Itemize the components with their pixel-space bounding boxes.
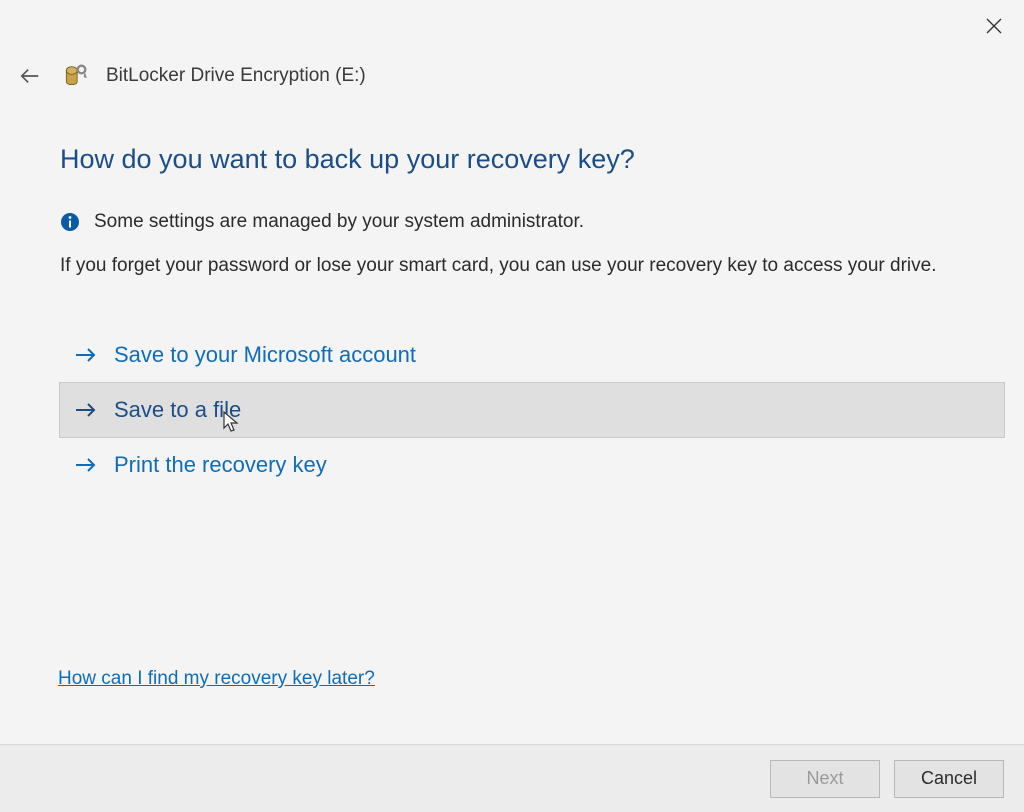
description-text: If you forget your password or lose your… bbox=[60, 253, 1004, 280]
arrow-right-icon bbox=[74, 345, 98, 365]
option-print-recovery-key[interactable]: Print the recovery key bbox=[60, 438, 1004, 492]
back-button[interactable] bbox=[16, 62, 44, 90]
option-label: Print the recovery key bbox=[114, 452, 327, 478]
cancel-button[interactable]: Cancel bbox=[894, 760, 1004, 798]
page-heading: How do you want to back up your recovery… bbox=[60, 144, 1004, 175]
next-button[interactable]: Next bbox=[770, 760, 880, 798]
bitlocker-wizard-window: BitLocker Drive Encryption (E:) How do y… bbox=[0, 0, 1024, 812]
option-label: Save to your Microsoft account bbox=[114, 342, 416, 368]
wizard-title: BitLocker Drive Encryption (E:) bbox=[106, 65, 366, 87]
bitlocker-icon bbox=[62, 63, 88, 89]
wizard-header: BitLocker Drive Encryption (E:) bbox=[0, 0, 1024, 90]
help-link-find-recovery-key[interactable]: How can I find my recovery key later? bbox=[58, 668, 375, 690]
content-area: How do you want to back up your recovery… bbox=[0, 90, 1024, 492]
option-save-to-file[interactable]: Save to a file bbox=[59, 382, 1005, 438]
admin-info-text: Some settings are managed by your system… bbox=[94, 211, 584, 233]
back-arrow-icon bbox=[19, 65, 41, 87]
close-icon bbox=[986, 18, 1002, 34]
arrow-right-icon bbox=[74, 455, 98, 475]
admin-info-row: Some settings are managed by your system… bbox=[60, 211, 1004, 233]
wizard-footer: Next Cancel bbox=[0, 744, 1024, 812]
option-save-microsoft-account[interactable]: Save to your Microsoft account bbox=[60, 328, 1004, 382]
option-label: Save to a file bbox=[114, 397, 241, 423]
info-icon bbox=[60, 212, 80, 232]
backup-options-list: Save to your Microsoft account Save to a… bbox=[60, 328, 1004, 492]
arrow-right-icon bbox=[74, 400, 98, 420]
close-button[interactable] bbox=[978, 10, 1010, 42]
